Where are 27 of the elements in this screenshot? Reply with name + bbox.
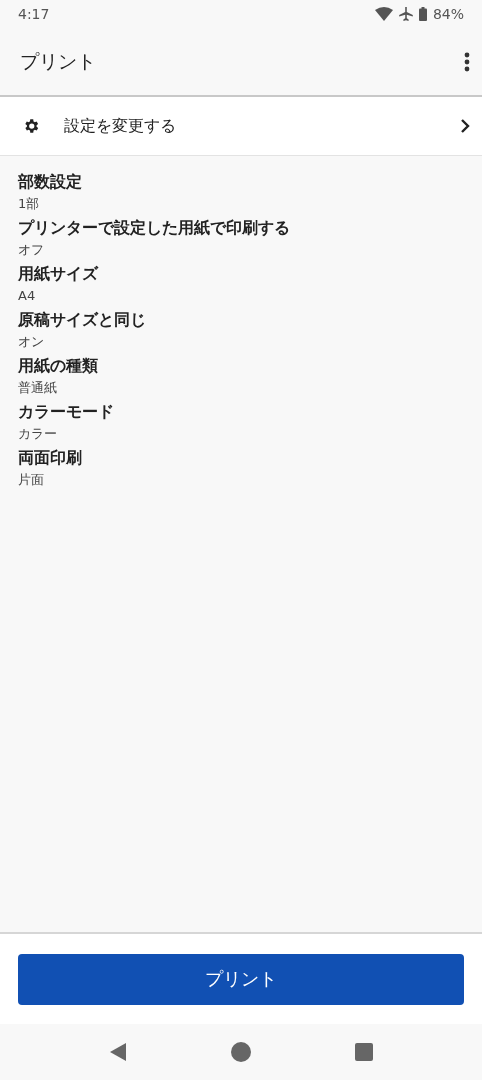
setting-label: カラーモード (18, 401, 115, 423)
change-settings-label: 設定を変更する (64, 115, 177, 137)
setting-label: 部数設定 (18, 171, 83, 193)
setting-label: 両面印刷 (18, 447, 83, 469)
setting-value: 1部 (18, 195, 41, 213)
battery-percent: 84% (432, 6, 464, 22)
status-time: 4:17 (18, 6, 51, 22)
back-icon[interactable] (109, 1042, 127, 1062)
wifi-icon (374, 7, 393, 21)
battery-icon (418, 7, 427, 21)
setting-value: オン (18, 333, 45, 351)
setting-label: 用紙サイズ (18, 263, 100, 285)
print-button[interactable]: プリント (18, 953, 464, 1005)
app-title: プリント (20, 48, 97, 74)
home-icon[interactable] (231, 1042, 251, 1062)
setting-label: プリンターで設定した用紙で印刷する (18, 217, 291, 239)
more-options-icon[interactable] (464, 51, 470, 72)
setting-value: 普通紙 (18, 379, 58, 397)
setting-value: カラー (18, 425, 58, 443)
setting-value: A4 (18, 287, 37, 305)
change-settings-row[interactable]: 設定を変更する (0, 97, 482, 156)
chevron-right-icon (460, 118, 470, 134)
airplane-icon (398, 7, 413, 21)
setting-label: 用紙の種類 (18, 355, 99, 377)
setting-value: 片面 (18, 471, 45, 489)
setting-label: 原稿サイズと同じ (18, 309, 147, 331)
setting-value: オフ (18, 241, 45, 259)
